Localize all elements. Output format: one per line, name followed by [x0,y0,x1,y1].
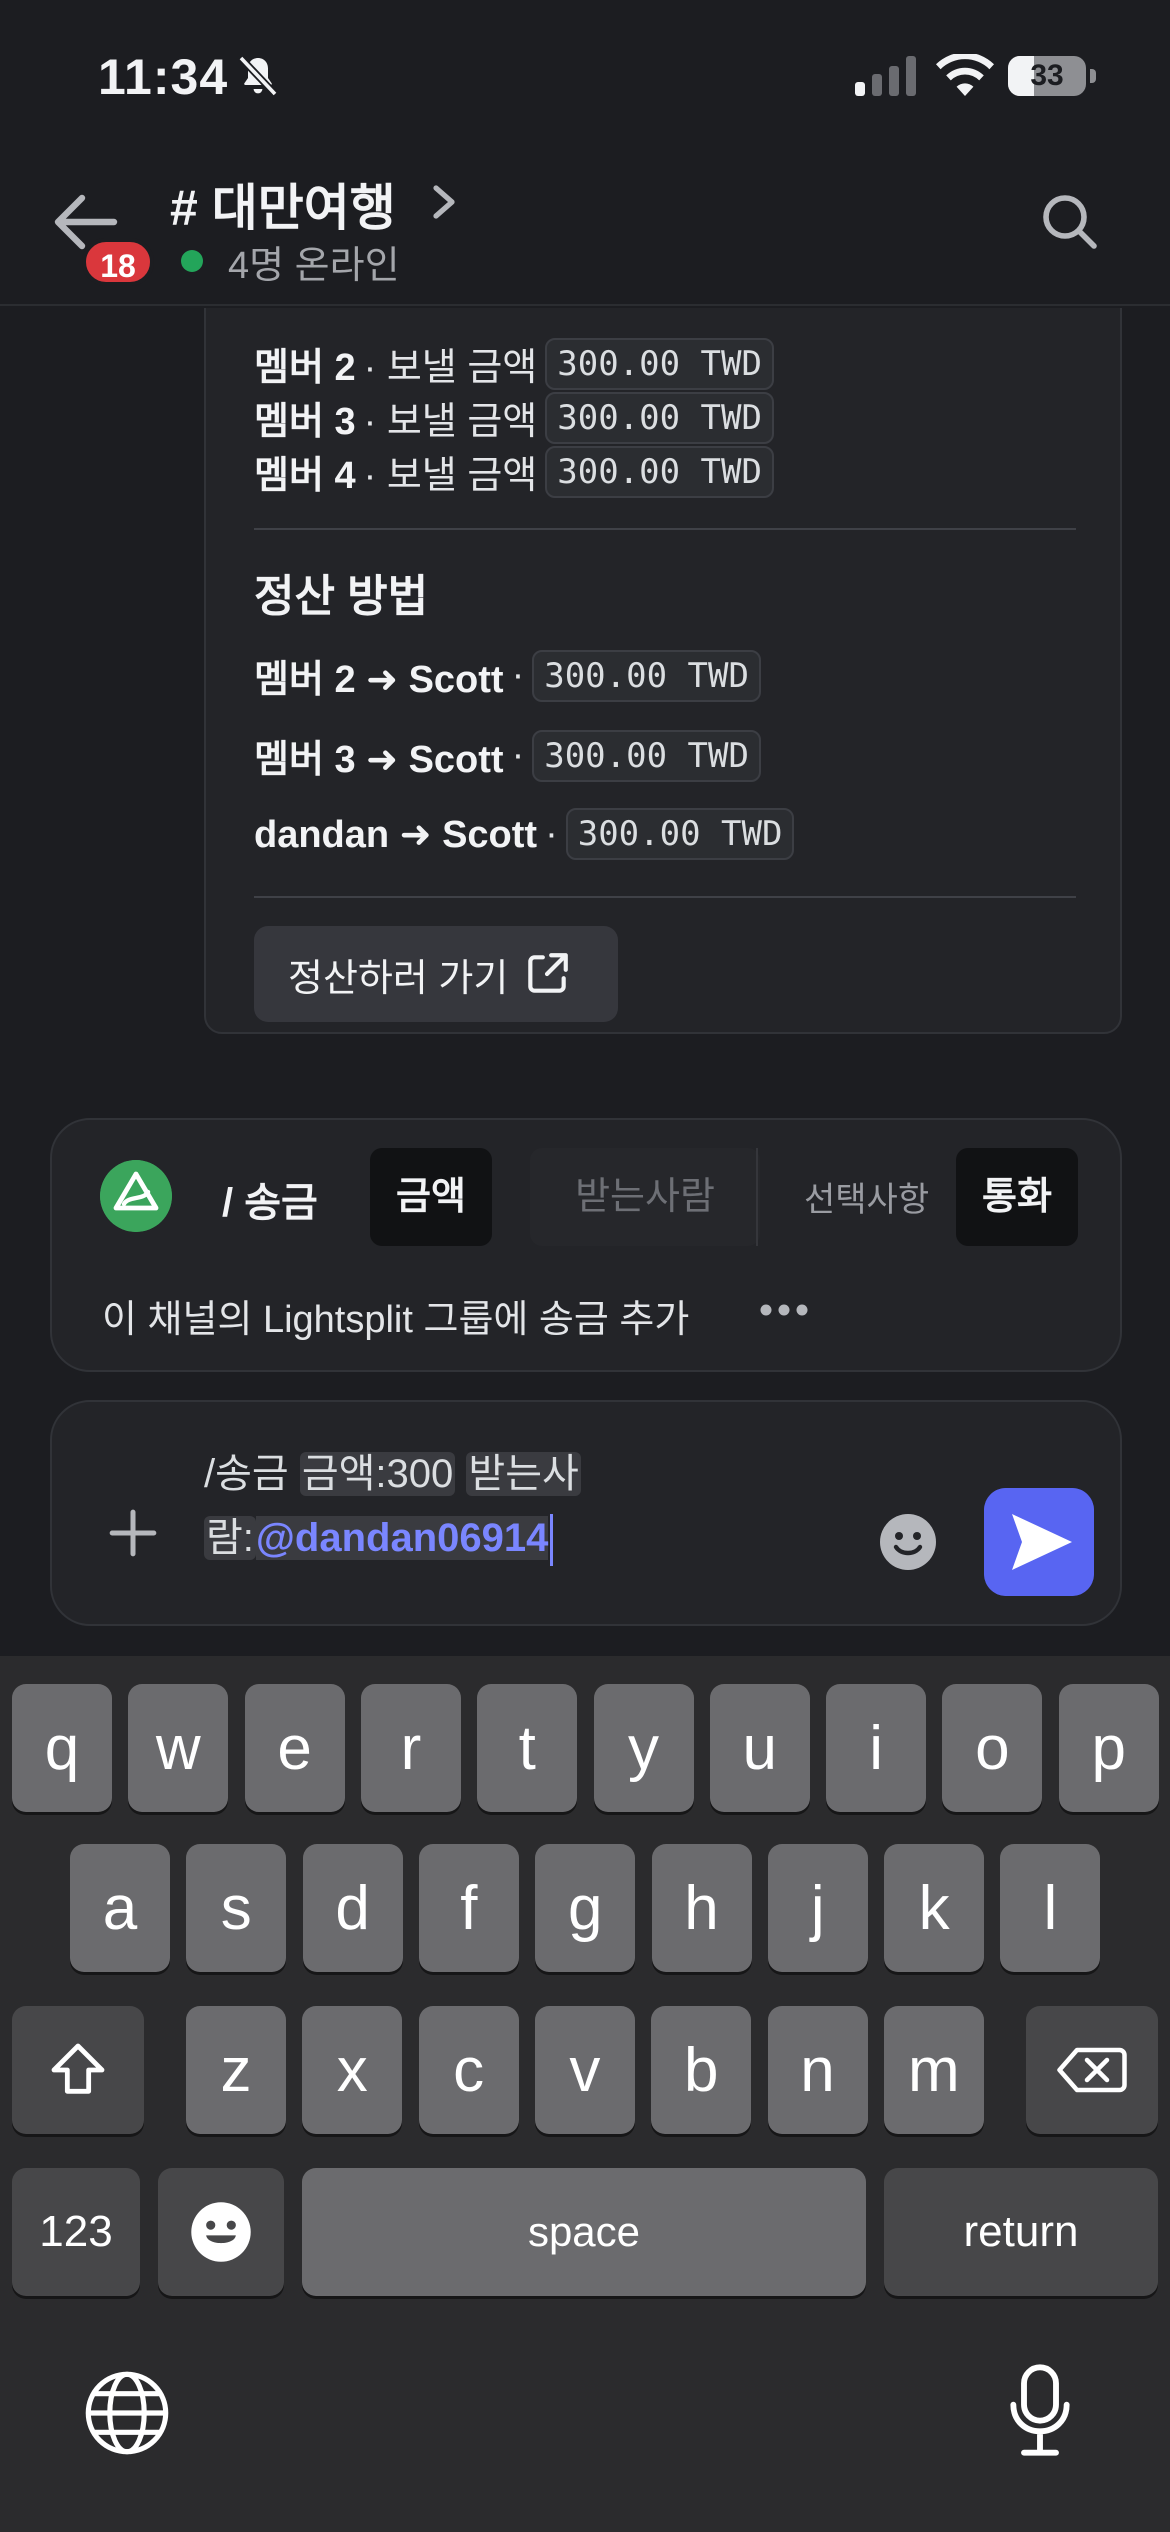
command-description: 이 채널의 Lightsplit 그룹에 송금 추가 [102,1299,690,1341]
amount-chip: 300.00 TWD [532,649,761,702]
key-u[interactable]: u [709,1684,810,1812]
text-caret [550,1514,554,1567]
emoji-keyboard-icon [191,2202,251,2262]
key-s[interactable]: s [186,1844,287,1972]
key-m[interactable]: m [883,2006,984,2134]
more-dots-icon[interactable] [758,1302,810,1318]
cellular-signal-icon [855,56,916,96]
settlement-embed: 멤버 2 · 보낼 금액 300.00 TWD 멤버 3 · 보낼 금액 300.00 … [204,308,1122,1034]
key-t[interactable]: t [477,1684,578,1812]
key-k[interactable]: k [884,1844,985,1972]
shift-key[interactable] [12,2006,144,2134]
key-h[interactable]: h [651,1844,752,1972]
key-v[interactable]: v [534,2006,635,2134]
command-name: / 송금 [222,1181,318,1225]
bell-off-icon [238,55,278,97]
online-status-dot [181,250,203,272]
shift-arrow-icon [51,2043,105,2094]
status-bar: 11:34 33 [0,0,1170,150]
settle-row: dandan ➜ Scott · 300.00 TWD [254,808,795,860]
online-count: 4명 온라인 [228,245,400,287]
chevron-right-icon[interactable] [428,182,460,222]
ios-keyboard: qwertyuiop asdfghjkl zxcvbnm 123 space r… [0,1656,1170,2532]
battery-indicator: 33 [1008,56,1096,96]
settle-button-label: 정산하러 가기 [288,957,509,1000]
battery-level-text: 33 [1030,59,1064,92]
message-input[interactable]: /송금 금액:300 받는사 람:@dandan06914 [204,1442,744,1570]
key-p[interactable]: p [1058,1684,1159,1812]
space-key[interactable]: space [302,2168,866,2296]
numbers-key[interactable]: 123 [12,2168,140,2296]
key-r[interactable]: r [360,1684,461,1812]
amount-chip: 300.00 TWD [545,391,774,444]
globe-icon[interactable] [84,2370,170,2456]
amount-chip: 300.00 TWD [545,445,774,498]
search-icon[interactable] [1040,192,1100,252]
backspace-key[interactable] [1026,2006,1158,2134]
settle-row: 멤버 3 ➜ Scott · 300.00 TWD [254,728,761,783]
receiver-param-end: 람: [204,1516,256,1560]
settle-link-button[interactable]: 정산하러 가기 [254,926,618,1022]
key-d[interactable]: d [302,1844,403,1972]
options-divider [756,1148,758,1246]
unread-badge: 18 [82,238,154,286]
key-g[interactable]: g [535,1844,636,1972]
receiver-param-start: 받는사 [466,1452,581,1496]
optional-label: 선택사항 [804,1181,930,1219]
key-o[interactable]: o [942,1684,1043,1812]
key-z[interactable]: z [186,2006,286,2134]
key-b[interactable]: b [651,2006,752,2134]
amount-chip: 300.00 TWD [565,808,795,860]
message-composer: /송금 금액:300 받는사 람:@dandan06914 [50,1400,1122,1626]
key-c[interactable]: c [418,2006,519,2134]
emoji-key[interactable] [158,2168,284,2296]
key-e[interactable]: e [244,1684,345,1812]
amount-chip: 300.00 TWD [545,337,774,390]
user-mention: @dandan06914 [255,1516,549,1560]
wifi-icon [936,54,994,96]
backspace-icon [1057,2047,1127,2093]
key-x[interactable]: x [302,2006,403,2134]
send-row: 멤버 2 · 보낼 금액 300.00 TWD [254,336,774,391]
channel-header: 18 # 대만여행 4명 온라인 [0,150,1170,306]
external-link-icon [528,953,569,993]
send-row: 멤버 4 · 보낼 금액 300.00 TWD [254,444,774,499]
divider [254,528,1076,530]
divider [254,896,1076,898]
status-time: 11:34 [98,49,229,105]
amount-chip: 300.00 TWD [532,729,761,782]
key-i[interactable]: i [826,1684,927,1812]
key-j[interactable]: j [767,1844,868,1972]
emoji-face-icon[interactable] [880,1514,936,1570]
microphone-icon[interactable] [1008,2362,1072,2458]
key-q[interactable]: q [12,1684,112,1812]
settle-row: 멤버 2 ➜ Scott · 300.00 TWD [254,648,761,703]
key-w[interactable]: w [128,1684,229,1812]
key-a[interactable]: a [70,1844,170,1972]
return-key[interactable]: return [884,2168,1158,2296]
channel-title[interactable]: # 대만여행 [170,168,396,240]
settle-section-title: 정산 방법 [254,572,429,621]
option-amount[interactable]: 금액 [370,1148,492,1246]
send-row: 멤버 3 · 보낼 금액 300.00 TWD [254,390,774,445]
option-receiver[interactable]: 받는사람 [530,1148,760,1246]
key-l[interactable]: l [1000,1844,1101,1972]
slash-command-card[interactable]: / 송금 금액 받는사람 선택사항 통화 이 채널의 Lightsplit 그룹… [50,1118,1122,1372]
key-n[interactable]: n [767,2006,868,2134]
key-y[interactable]: y [593,1684,694,1812]
plus-icon[interactable] [108,1508,158,1558]
key-f[interactable]: f [418,1844,519,1972]
lightsplit-app-icon [100,1160,172,1232]
send-button[interactable] [984,1488,1094,1596]
option-currency[interactable]: 통화 [956,1148,1078,1246]
amount-param: 금액:300 [299,1452,456,1496]
message-list[interactable]: 멤버 2 · 보낼 금액 300.00 TWD 멤버 3 · 보낼 금액 300.00 … [0,308,1170,1658]
